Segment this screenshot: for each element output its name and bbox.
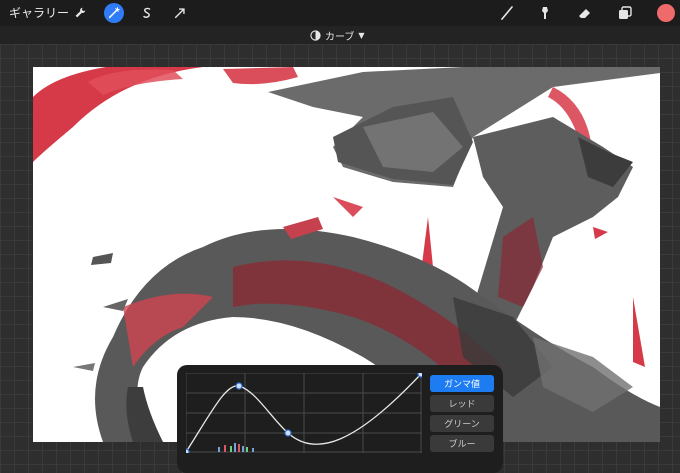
curves-title: カーブ [325, 32, 355, 43]
channel-red-button[interactable]: レッド [430, 395, 494, 412]
arrow-transform-icon[interactable] [170, 3, 190, 23]
adjustments-icon [310, 30, 321, 41]
curve-graph [182, 370, 425, 456]
eraser-icon[interactable] [575, 3, 595, 23]
color-picker-button[interactable] [657, 4, 675, 22]
channel-green-button[interactable]: グリーン [430, 415, 494, 432]
curve-point [235, 382, 243, 390]
brush-icon[interactable] [497, 3, 517, 23]
chevron-down-icon: ▼ [358, 31, 365, 40]
layers-icon[interactable] [615, 3, 635, 23]
top-toolbar: ギャラリー [0, 0, 680, 26]
curve-editor[interactable] [182, 370, 425, 456]
curve-point [284, 429, 292, 437]
curve-point [417, 370, 425, 378]
curve-point [182, 448, 190, 456]
gallery-button[interactable]: ギャラリー [9, 4, 69, 21]
channel-blue-button[interactable]: ブルー [430, 435, 494, 452]
wrench-icon[interactable] [70, 3, 90, 23]
smudge-icon[interactable] [535, 3, 555, 23]
curves-adjustment-menu[interactable]: カーブ ▼ [310, 28, 365, 43]
channel-gamma-button[interactable]: ガンマ値 [430, 375, 494, 392]
magic-wand-icon[interactable] [104, 3, 124, 23]
selection-s-icon[interactable] [137, 3, 157, 23]
